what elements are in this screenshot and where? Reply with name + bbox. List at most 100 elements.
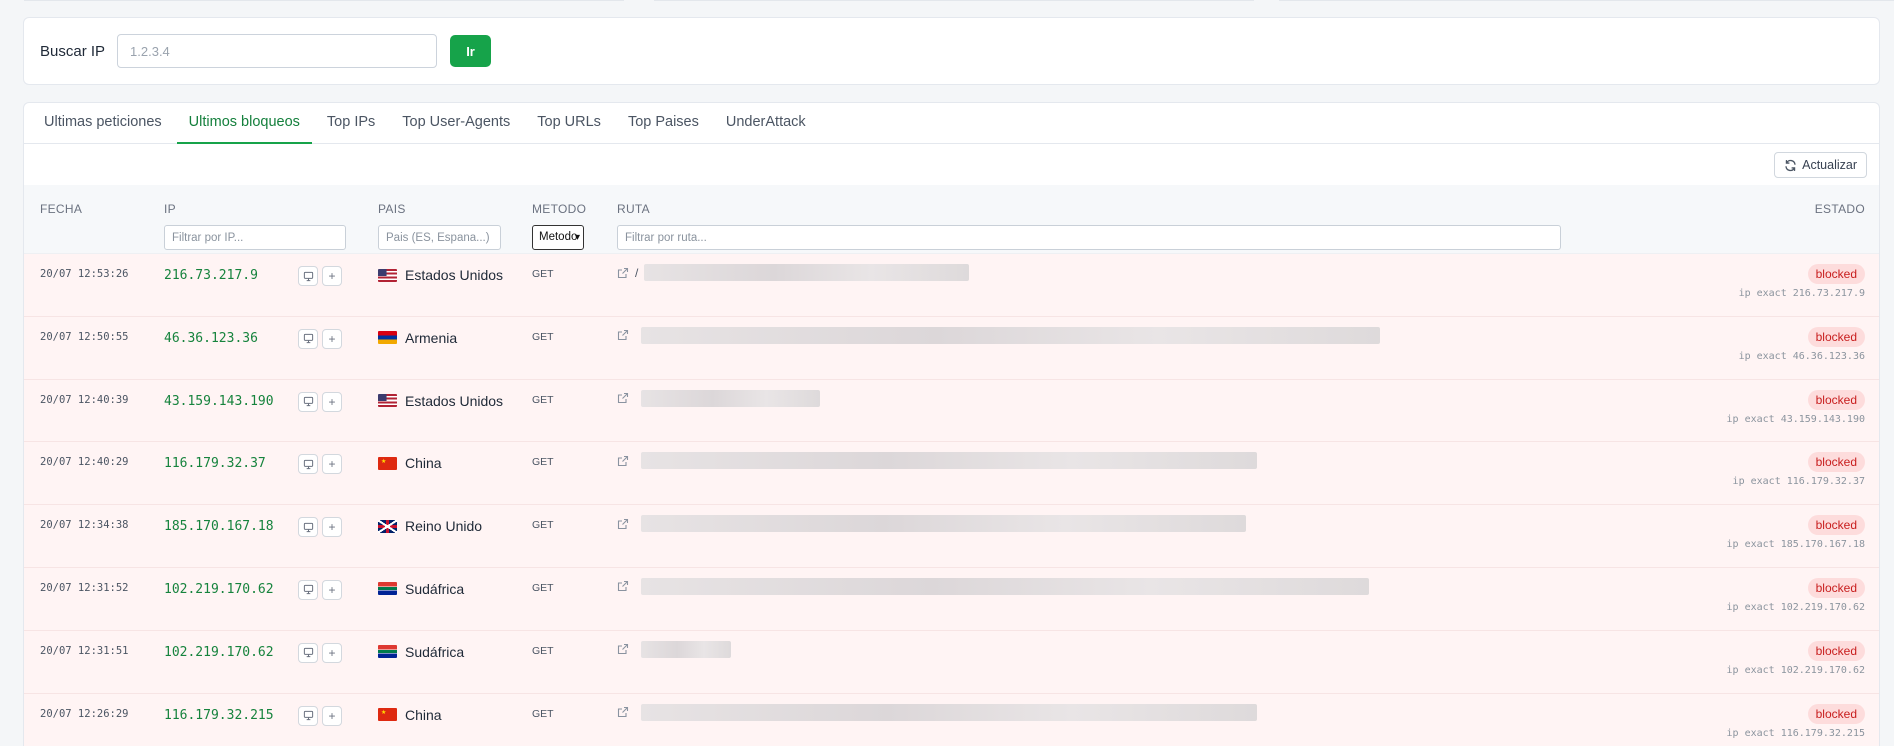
tab-underattack[interactable]: UnderAttack: [714, 103, 818, 144]
matched-rule: ip exact 216.73.217.9: [1738, 288, 1865, 299]
view-details-button[interactable]: [298, 517, 318, 538]
row-ip[interactable]: 216.73.217.9: [164, 268, 258, 283]
row-country: Sudáfrica: [378, 644, 464, 660]
route-text[interactable]: /: [635, 266, 638, 280]
row-method: GET: [532, 268, 554, 280]
country-filter-input[interactable]: [378, 225, 501, 250]
refresh-label: Actualizar: [1802, 158, 1857, 172]
view-details-button[interactable]: [298, 642, 318, 663]
tab-top-ips[interactable]: Top IPs: [315, 103, 387, 144]
row-status: blocked ip exact 46.36.123.36: [1739, 326, 1865, 362]
country-name: Estados Unidos: [405, 392, 504, 409]
external-link-icon[interactable]: [617, 267, 629, 279]
monitor-icon: [303, 271, 313, 281]
row-actions: +: [298, 391, 342, 412]
tab-top-user-agents[interactable]: Top User-Agents: [390, 103, 522, 144]
country-flag-icon: [378, 331, 397, 345]
add-rule-button[interactable]: +: [322, 454, 342, 475]
row-status: blocked ip exact 43.159.143.190: [1727, 389, 1865, 425]
table-row: 20/07 12:40:39 43.159.143.190 + Estados …: [24, 379, 1879, 443]
country-flag-icon: [378, 394, 397, 408]
row-method: GET: [532, 581, 554, 594]
status-badge: blocked: [1807, 326, 1865, 347]
row-route: [617, 389, 820, 407]
external-link-icon[interactable]: [617, 518, 629, 530]
row-route: [617, 640, 731, 658]
column-header-ip: IP: [164, 202, 176, 216]
external-link-icon[interactable]: [617, 392, 629, 404]
external-link-icon[interactable]: [617, 580, 629, 592]
logs-panel: Ultimas peticiones Ultimos bloqueos Top …: [23, 102, 1880, 746]
status-badge: blocked: [1807, 640, 1865, 661]
external-link-icon[interactable]: [617, 455, 629, 467]
row-ip[interactable]: 185.170.167.18: [164, 519, 274, 534]
route-redacted: [641, 577, 1369, 595]
tab-top-urls[interactable]: Top URLs: [525, 103, 613, 144]
row-ip[interactable]: 116.179.32.37: [164, 456, 266, 471]
route-redacted: [641, 452, 1257, 470]
refresh-button[interactable]: Actualizar: [1774, 152, 1867, 178]
plus-icon: +: [328, 269, 336, 283]
table-row: 20/07 12:50:55 46.36.123.36 + Armenia GE…: [24, 316, 1879, 380]
row-ip[interactable]: 102.219.170.62: [164, 645, 274, 660]
table-row: 20/07 12:26:29 116.179.32.215 + ★ China …: [24, 693, 1879, 746]
view-details-button[interactable]: [298, 454, 318, 475]
view-details-button[interactable]: [298, 705, 318, 726]
row-route: [617, 326, 1380, 344]
ip-search-card: Buscar IP Ir: [23, 17, 1880, 85]
external-link-icon[interactable]: [617, 329, 629, 341]
row-method: GET: [532, 644, 554, 657]
row-method: GET: [532, 707, 554, 720]
add-rule-button[interactable]: +: [322, 391, 342, 412]
row-country: Sudáfrica: [378, 581, 464, 597]
refresh-icon: [1785, 159, 1796, 171]
row-date: 20/07 12:31:51: [40, 644, 129, 657]
row-method: GET: [532, 330, 554, 343]
country-name: Reino Unido: [405, 518, 483, 535]
external-link-icon[interactable]: [617, 706, 629, 718]
row-country: Reino Unido: [378, 518, 482, 534]
add-rule-button[interactable]: +: [322, 266, 342, 286]
route-filter-input[interactable]: [617, 225, 1561, 250]
row-country: ★ China: [378, 455, 442, 471]
search-label: Buscar IP: [40, 42, 106, 60]
external-link-icon[interactable]: [617, 643, 629, 655]
go-button[interactable]: Ir: [450, 35, 492, 67]
tab-ultimos-bloqueos[interactable]: Ultimos bloqueos: [176, 103, 312, 144]
country-flag-icon: [378, 582, 397, 596]
table-row: 20/07 12:53:26 216.73.217.9 + Estados Un…: [24, 254, 1879, 317]
plus-icon: +: [328, 520, 336, 535]
view-details-button[interactable]: [298, 579, 318, 600]
row-route: [617, 703, 1257, 721]
view-details-button[interactable]: [298, 328, 318, 349]
row-date: 20/07 12:34:38: [40, 519, 129, 532]
row-ip[interactable]: 46.36.123.36: [164, 331, 258, 346]
row-method: GET: [532, 456, 554, 469]
route-redacted: [641, 515, 1246, 533]
add-rule-button[interactable]: +: [322, 579, 342, 600]
add-rule-button[interactable]: +: [322, 517, 342, 538]
add-rule-button[interactable]: +: [322, 642, 342, 663]
status-badge: blocked: [1807, 389, 1865, 410]
ip-search-input[interactable]: [117, 34, 438, 68]
row-status: blocked ip exact 185.170.167.18: [1727, 515, 1865, 550]
row-country: Armenia: [378, 330, 457, 346]
add-rule-button[interactable]: +: [322, 705, 342, 726]
matched-rule: ip exact 102.219.170.62: [1726, 601, 1865, 613]
row-ip[interactable]: 116.179.32.215: [164, 708, 274, 723]
method-filter-select[interactable]: Metodo ▾: [532, 225, 584, 250]
row-ip[interactable]: 43.159.143.190: [164, 394, 274, 409]
view-details-button[interactable]: [298, 391, 318, 412]
ip-filter-input[interactable]: [164, 225, 346, 250]
monitor-icon: [303, 522, 313, 532]
plus-icon: +: [328, 645, 336, 660]
tab-ultimas-peticiones[interactable]: Ultimas peticiones: [32, 103, 174, 144]
plus-icon: +: [328, 582, 336, 597]
monitor-icon: [303, 459, 313, 470]
row-ip[interactable]: 102.219.170.62: [164, 582, 274, 597]
plus-icon: +: [328, 394, 336, 409]
add-rule-button[interactable]: +: [322, 328, 342, 349]
row-status: blocked ip exact 116.179.32.215: [1727, 703, 1865, 739]
tab-top-paises[interactable]: Top Paises: [616, 103, 711, 144]
view-details-button[interactable]: [298, 266, 318, 286]
